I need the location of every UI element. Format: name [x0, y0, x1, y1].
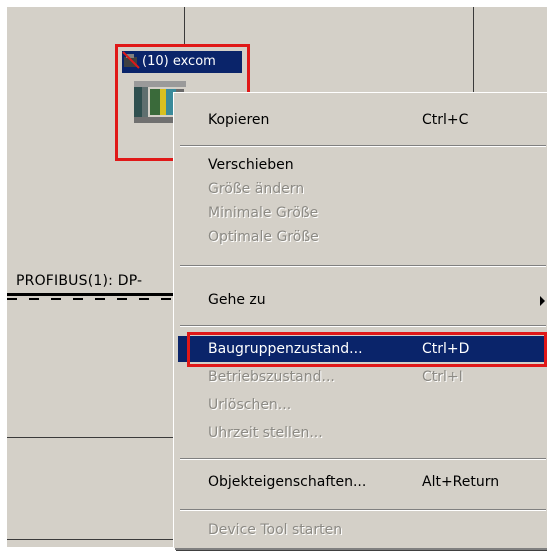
- menu-item-device-tool-starten[interactable]: Device Tool starten: [178, 517, 547, 543]
- submenu-arrow-icon: [540, 296, 545, 306]
- connection-line: [7, 539, 177, 540]
- station-label: (10) excom: [142, 54, 216, 69]
- disabled-station-icon: [122, 51, 140, 69]
- menu-item-objekteigenschaften[interactable]: Objekteigenschaften... Alt+Return: [178, 469, 547, 495]
- menu-separator: [180, 458, 546, 460]
- menu-separator: [180, 325, 546, 327]
- menu-item-groesse-aendern[interactable]: Größe ändern: [178, 176, 547, 202]
- menu-item-optimale-groesse[interactable]: Optimale Größe: [178, 224, 547, 250]
- menu-separator: [180, 265, 546, 267]
- connection-line: [7, 437, 177, 438]
- menu-separator: [180, 145, 546, 147]
- menu-item-kopieren[interactable]: Kopieren Ctrl+C: [178, 107, 547, 133]
- highlight-annotation-frame: [187, 332, 547, 367]
- menu-item-gehe-zu[interactable]: Gehe zu: [178, 287, 547, 313]
- profibus-label: PROFIBUS(1): DP-: [16, 273, 143, 289]
- context-menu: Kopieren Ctrl+C Verschieben Größe ändern…: [173, 92, 547, 548]
- menu-item-urloeschen[interactable]: Urlöschen...: [178, 392, 547, 418]
- menu-item-uhrzeit-stellen[interactable]: Uhrzeit stellen...: [178, 420, 547, 446]
- menu-item-minimale-groesse[interactable]: Minimale Größe: [178, 200, 547, 226]
- profibus-line[interactable]: [7, 293, 187, 296]
- station-title[interactable]: (10) excom: [122, 51, 242, 73]
- menu-item-betriebszustand[interactable]: Betriebszustand... Ctrl+I: [178, 364, 547, 390]
- menu-item-verschieben[interactable]: Verschieben: [178, 152, 547, 178]
- profibus-dash-line: [7, 298, 187, 300]
- connection-line: [473, 7, 474, 93]
- connection-line: [184, 7, 185, 44]
- menu-separator: [180, 509, 546, 511]
